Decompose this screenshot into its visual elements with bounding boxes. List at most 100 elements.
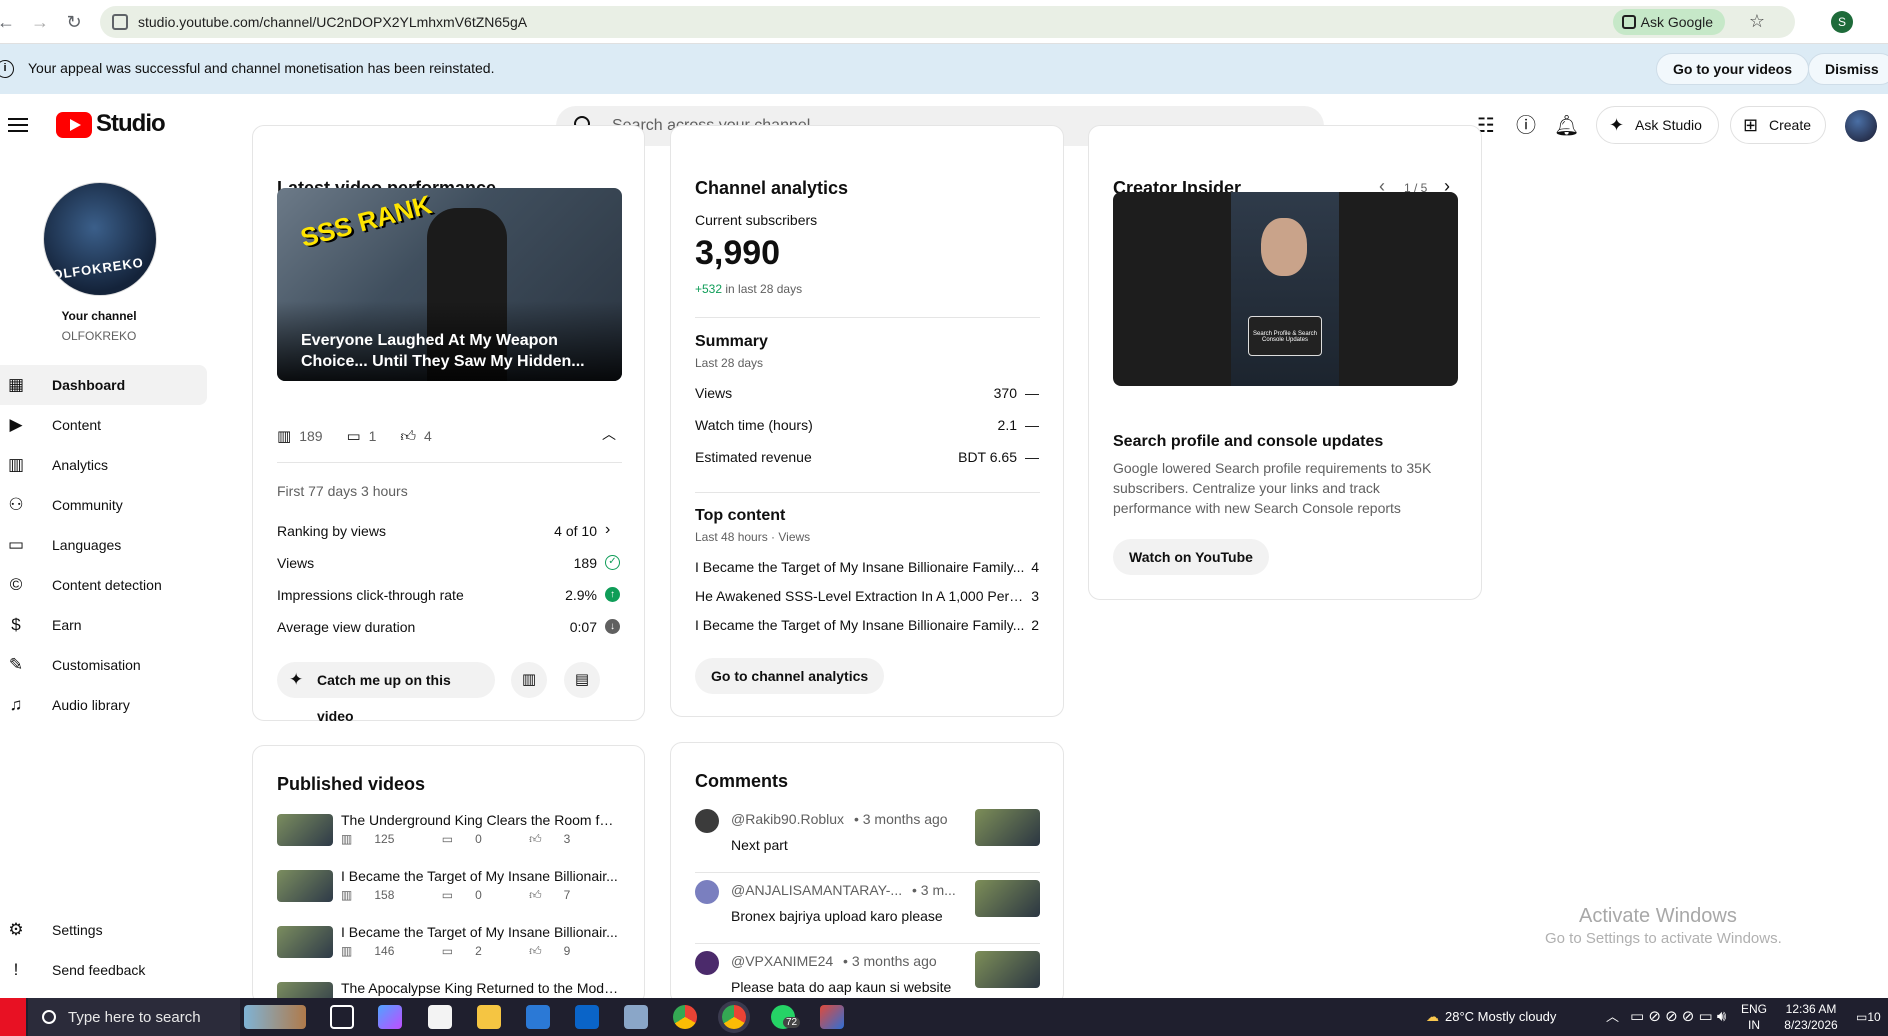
bookmark-star-icon[interactable]: ☆ [1749,11,1765,32]
weather-widget[interactable]: ☁ 28°C Mostly cloudy [1426,998,1556,1036]
comment-video-thumbnail[interactable] [975,809,1040,846]
chrome-active-icon[interactable] [722,1005,746,1029]
author-handle[interactable]: @VPXANIME24 [731,953,833,969]
studio-logo-text[interactable]: Studio [96,110,166,138]
top-content-title-link[interactable]: I Became the Target of My Insane Billion… [695,559,1025,575]
weather-text: 28°C Mostly cloudy [1445,1009,1557,1024]
browser-toolbar: ← → ↻ studio.youtube.com/channel/UC2nDOP… [0,0,1888,44]
sidebar-item-label: Analytics [52,457,109,473]
sidebar-item-audio-library[interactable]: ♫ Audio library [0,685,207,725]
commenter-avatar[interactable] [695,951,719,975]
sidebar-item-send-feedback[interactable]: ! Send feedback [0,950,207,990]
sidebar-item-analytics[interactable]: ▥ Analytics [0,445,207,485]
channel-avatar[interactable]: OLFOKREKO [43,182,157,296]
region-code: IN [1748,1018,1760,1032]
thumbs-up-icon: 👍︎ [529,832,542,846]
subscribers-count: 3,990 [695,234,781,272]
top-content-title: Top content [695,507,786,524]
sidebar-item-customisation[interactable]: ✎ Customisation [0,645,207,685]
clock[interactable]: 12:36 AM 8/23/2026 [1776,1001,1846,1033]
go-to-channel-analytics-button[interactable]: Go to channel analytics [695,658,885,694]
app-icon[interactable] [820,1005,844,1029]
video-stats: ▥ 158 ▭ 0 👍︎ 7 [341,888,614,903]
account-avatar[interactable] [1845,110,1877,142]
whatsapp-icon[interactable]: 72 [771,1005,801,1029]
store-icon[interactable] [526,1005,550,1029]
published-video-row[interactable]: I Became the Target of My Insane Billion… [277,924,622,974]
creator-insider-video[interactable]: Search Profile & Search Console Updates [1113,192,1458,386]
create-button[interactable]: ⊞ Create [1730,106,1826,144]
youtube-logo-icon[interactable] [56,112,92,138]
chrome-icon[interactable] [673,1005,697,1029]
language-indicator[interactable]: ENG IN [1734,1001,1774,1033]
summary-value: 2.1 [997,417,1017,433]
comment-row[interactable]: @Rakib90.Roblux • 3 months ago Next part [695,809,1040,869]
top-content-title-link[interactable]: I Became the Target of My Insane Billion… [695,617,1025,633]
taskbar-search-input[interactable] [68,998,233,1036]
url-text[interactable]: studio.youtube.com/channel/UC2nDOPX2YLmh… [138,14,527,30]
analytics-button[interactable]: ▥ [511,662,547,698]
notifications-bell-icon[interactable]: 🔔︎ [1554,114,1579,138]
sidebar-item-content-detection[interactable]: © Content detection [0,565,207,605]
sidebar-item-label: Customisation [52,657,141,673]
help-icon[interactable]: ⓘ [1514,114,1538,138]
latest-video-thumbnail[interactable]: SSS RANK Everyone Laughed At My Weapon C… [277,188,622,381]
app-icon[interactable] [624,1005,648,1029]
author-handle[interactable]: @ANJALISAMANTARAY-... [731,882,902,898]
top-content-title-link[interactable]: He Awakened SSS-Level Extraction In A 1,… [695,588,1025,604]
views-bar-icon: ▥ [341,832,353,846]
sidebar-item-dashboard[interactable]: ▦ Dashboard [0,365,207,405]
start-button[interactable] [0,998,26,1036]
task-view-icon[interactable] [330,1005,354,1029]
system-tray-icons[interactable]: ▭ ⊘ ⊘ ⊘ ▭ 🔊︎ [1630,998,1726,1036]
chevron-up-icon[interactable]: ︿ [1606,998,1619,1036]
sidebar-item-languages[interactable]: ▭ Languages [0,525,207,565]
file-explorer-icon[interactable] [477,1005,501,1029]
author-handle[interactable]: @Rakib90.Roblux [731,811,844,827]
comment-video-thumbnail[interactable] [975,951,1040,988]
views-stat: ▥ 158 [341,888,416,902]
catch-me-up-button[interactable]: ✦ Catch me up on this video [277,662,495,724]
sidebar-item-settings[interactable]: ⚙ Settings [0,910,207,950]
dismiss-button[interactable]: Dismiss [1808,53,1888,85]
published-video-row[interactable]: The Underground King Clears the Room for… [277,812,622,862]
ask-studio-button[interactable]: ✦ Ask Studio [1596,106,1719,144]
comment-time: • 3 months ago [843,953,937,969]
notification-icon: ▭ [1856,1010,1868,1024]
ask-google-button[interactable]: Ask Google [1612,9,1725,35]
comments-count: 0 [475,888,482,902]
menu-icon[interactable] [8,118,28,132]
sidebar-item-community[interactable]: ⚇ Community [0,485,207,525]
outlook-icon[interactable] [575,1005,599,1029]
notepad-icon[interactable] [428,1005,452,1029]
sidebar-item-content[interactable]: ▶ Content [0,405,207,445]
taskbar-search[interactable] [28,998,240,1036]
comment-video-thumbnail[interactable] [975,880,1040,917]
views-bar-icon: ▥ [277,428,292,445]
published-video-row[interactable]: I Became the Target of My Insane Billion… [277,868,622,918]
browser-profile-avatar[interactable]: S [1831,11,1853,33]
likes-count: 3 [563,832,571,846]
comment-row[interactable]: @ANJALISAMANTARAY-... • 3 m... Bronex ba… [695,880,1040,940]
latest-video-stats: ▥ 189 ▭ 1 👍︎ 4 [277,427,432,446]
reload-icon[interactable]: ↻ [62,10,86,34]
forward-icon[interactable]: → [28,10,52,34]
sidebar-item-earn[interactable]: $ Earn [0,605,207,645]
back-icon[interactable]: ← [0,10,18,34]
copilot-icon[interactable] [378,1005,402,1029]
watch-on-youtube-button[interactable]: Watch on YouTube [1113,539,1269,575]
summary-value: 370 [993,385,1017,401]
comments-stat: ▭ 0 [442,888,504,902]
commenter-avatar[interactable] [695,880,719,904]
ranking-value[interactable]: 4 of 10 [513,523,597,539]
chevron-right-icon[interactable]: › [605,521,610,539]
search-highlight-icon[interactable] [244,1005,306,1029]
notification-center[interactable]: ▭10 [1856,998,1881,1036]
comments-button[interactable]: ▤ [564,662,600,698]
go-to-videos-button[interactable]: Go to your videos [1656,53,1810,85]
site-info-icon[interactable] [112,14,128,30]
published-videos-title: Published videos [277,774,426,794]
collapse-chevron-icon[interactable]: ︿ [602,424,616,444]
commenter-avatar[interactable] [695,809,719,833]
address-bar[interactable]: studio.youtube.com/channel/UC2nDOPX2YLmh… [100,6,1795,38]
